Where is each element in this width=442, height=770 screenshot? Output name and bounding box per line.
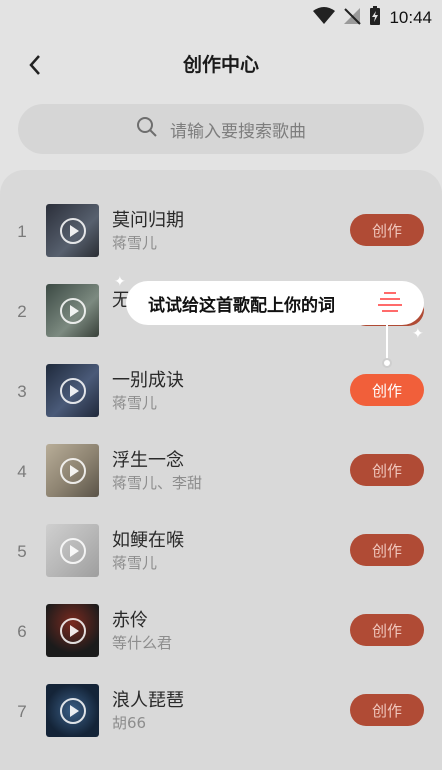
search-input[interactable]: 请输入要搜索歌曲	[18, 104, 424, 154]
song-artist: 蒋雪儿	[112, 554, 158, 572]
list-item[interactable]: 5 如鲠在喉 蒋雪儿 创作	[0, 522, 442, 602]
page-title: 创作中心	[182, 54, 259, 76]
album-cover[interactable]	[46, 364, 99, 417]
song-index: 6	[17, 622, 27, 641]
tooltip-pointer	[386, 325, 388, 361]
list-item[interactable]: 7 浪人琵琶 胡66 创作	[0, 682, 442, 762]
header: 创作中心	[0, 40, 442, 92]
song-index: 7	[17, 702, 27, 721]
song-title: 如鲠在喉	[112, 530, 184, 551]
create-button[interactable]: 创作	[350, 374, 424, 406]
sparkle-icon: ✦	[114, 274, 126, 290]
album-cover[interactable]	[46, 524, 99, 577]
song-title: 赤伶	[112, 610, 148, 631]
search-icon	[136, 116, 158, 142]
search-placeholder: 请输入要搜索歌曲	[170, 121, 306, 142]
battery-charging-icon	[369, 6, 381, 30]
song-artist: 等什么君	[112, 634, 173, 652]
album-cover[interactable]	[46, 604, 99, 657]
create-button[interactable]: 创作	[350, 614, 424, 646]
create-button[interactable]: 创作	[350, 454, 424, 486]
song-artist: 蒋雪儿	[112, 394, 158, 412]
song-artist: 蒋雪儿	[112, 234, 158, 252]
wifi-icon	[313, 7, 336, 29]
song-title: 浮生一念	[112, 450, 184, 471]
lyrics-tooltip[interactable]: 试试给这首歌配上你的词	[126, 281, 424, 325]
create-button[interactable]: 创作	[350, 214, 424, 246]
album-cover[interactable]	[46, 684, 99, 737]
album-cover[interactable]	[46, 444, 99, 497]
play-icon[interactable]	[59, 537, 86, 564]
list-item[interactable]: 1 莫问归期 蒋雪儿 创作	[0, 202, 442, 282]
list-item[interactable]: 6 赤伶 等什么君 创作	[0, 602, 442, 682]
song-index: 3	[17, 382, 27, 401]
status-time: 10:44	[389, 8, 432, 27]
song-index: 5	[17, 542, 27, 561]
play-icon[interactable]	[59, 217, 86, 244]
create-button[interactable]: 创作	[350, 694, 424, 726]
song-index: 2	[17, 302, 27, 321]
play-icon[interactable]	[59, 297, 86, 324]
song-index: 4	[17, 462, 27, 481]
create-button[interactable]: 创作	[350, 534, 424, 566]
song-title: 浪人琵琶	[112, 690, 184, 711]
song-title: 莫问归期	[112, 210, 184, 231]
play-icon[interactable]	[59, 457, 86, 484]
sparkle-icon: ✦	[412, 326, 424, 342]
list-item[interactable]: 4 浮生一念 蒋雪儿、李甜 创作	[0, 442, 442, 522]
album-cover[interactable]	[46, 204, 99, 257]
status-bar: 10:44	[0, 0, 442, 34]
tooltip-text: 试试给这首歌配上你的词	[148, 295, 335, 316]
song-artist: 蒋雪儿、李甜	[112, 474, 203, 492]
tooltip-anchor-dot	[382, 358, 392, 368]
play-icon[interactable]	[59, 377, 86, 404]
lyrics-icon	[378, 290, 402, 316]
list-item[interactable]: 3 一别成诀 蒋雪儿 创作	[0, 362, 442, 442]
play-icon[interactable]	[59, 617, 86, 644]
song-index: 1	[17, 222, 27, 241]
song-artist: 胡66	[112, 714, 147, 732]
play-icon[interactable]	[59, 697, 86, 724]
no-signal-icon	[343, 7, 362, 29]
song-title: 一别成诀	[112, 370, 184, 391]
album-cover[interactable]	[46, 284, 99, 337]
